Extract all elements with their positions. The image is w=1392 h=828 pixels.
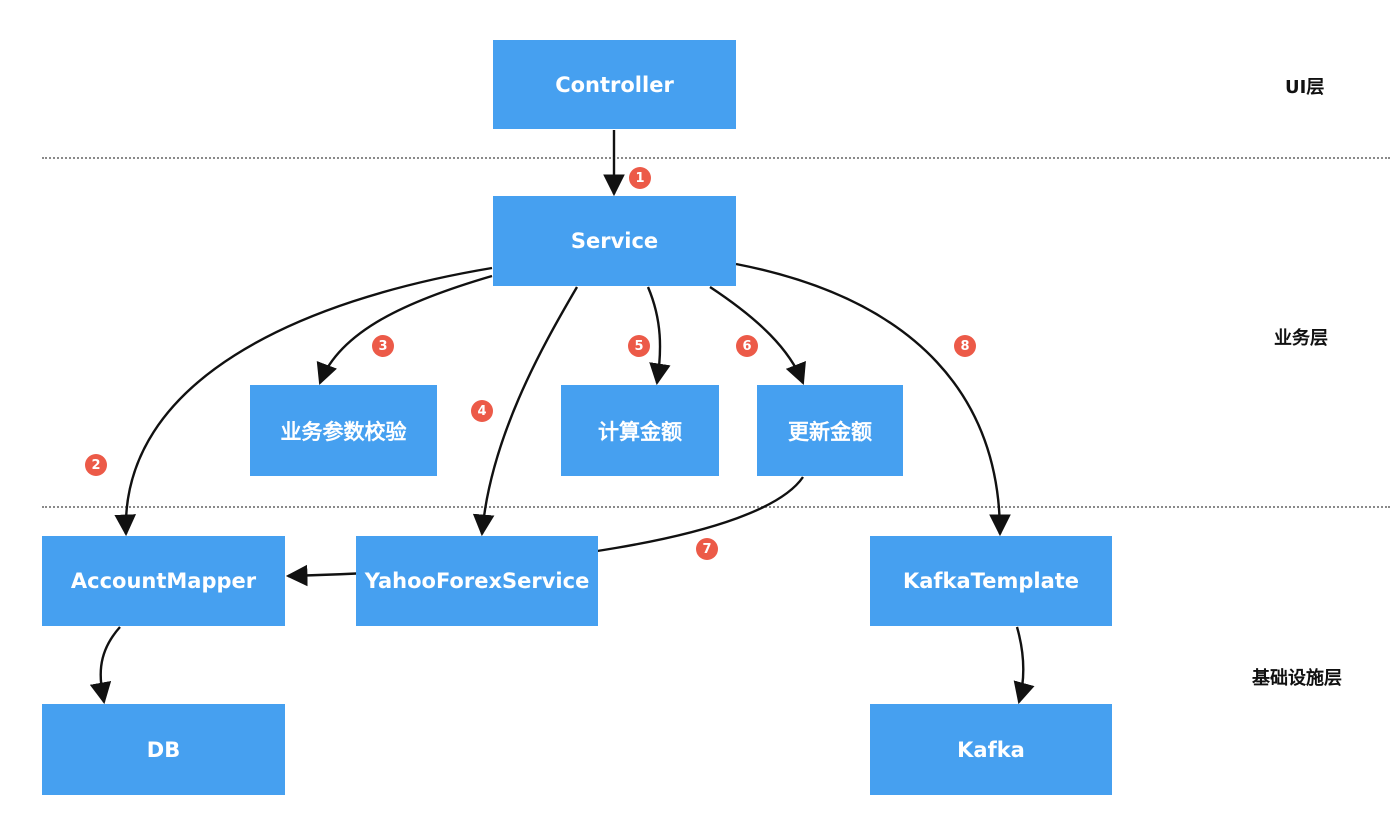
step-badge-3: 3 bbox=[372, 335, 394, 357]
step-badge-8: 8 bbox=[954, 335, 976, 357]
service-box: Service bbox=[493, 196, 736, 286]
step-badge-2: 2 bbox=[85, 454, 107, 476]
step-badge-5: 5 bbox=[628, 335, 650, 357]
step-badge-6: 6 bbox=[736, 335, 758, 357]
layer-label-business: 业务层 bbox=[1274, 328, 1328, 349]
db-box: DB bbox=[42, 704, 285, 795]
arrow-service-update bbox=[709, 285, 806, 386]
arrow-service-calculate bbox=[646, 286, 671, 386]
validate-params-box: 业务参数校验 bbox=[250, 385, 437, 476]
arrow-kafka-template-kafka bbox=[1013, 626, 1035, 705]
arrow-service-validate bbox=[316, 274, 493, 386]
calculate-amount-box: 计算金额 bbox=[561, 385, 719, 476]
step-badge-1: 1 bbox=[629, 167, 651, 189]
layer-label-infrastructure: 基础设施层 bbox=[1252, 668, 1342, 689]
controller-box: Controller bbox=[493, 40, 736, 129]
account-mapper-box: AccountMapper bbox=[42, 536, 285, 626]
kafka-template-box: KafkaTemplate bbox=[870, 536, 1112, 626]
step-badge-4: 4 bbox=[471, 400, 493, 422]
arrow-account-mapper-db bbox=[89, 626, 121, 705]
step-badge-7: 7 bbox=[696, 538, 718, 560]
update-amount-box: 更新金额 bbox=[757, 385, 903, 476]
layer-label-ui: UI层 bbox=[1285, 77, 1325, 98]
yahoo-forex-service-box: YahooForexService bbox=[356, 536, 598, 626]
kafka-box: Kafka bbox=[870, 704, 1112, 795]
